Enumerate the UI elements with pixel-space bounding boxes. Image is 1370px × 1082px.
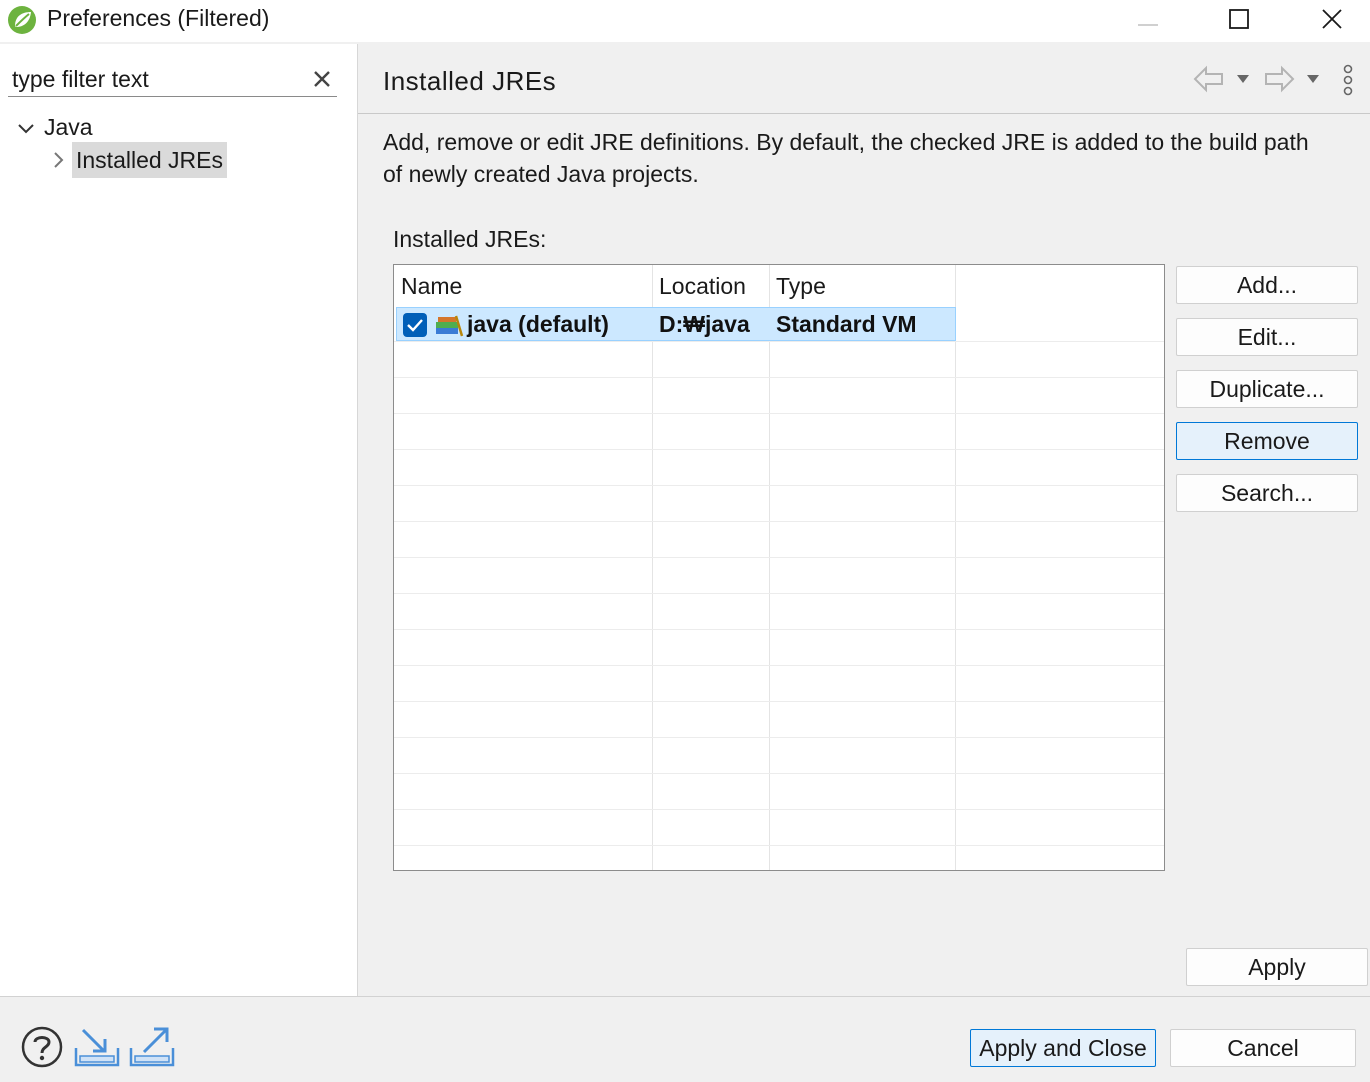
remove-button[interactable]: Remove: [1176, 422, 1358, 460]
back-dropdown-icon[interactable]: [1234, 70, 1252, 88]
row-divider: [394, 413, 1164, 414]
row-divider: [394, 521, 1164, 522]
close-button[interactable]: [1309, 0, 1355, 38]
help-icon[interactable]: [20, 1025, 64, 1069]
row-divider: [394, 845, 1164, 846]
forward-dropdown-icon[interactable]: [1304, 70, 1322, 88]
forward-arrow-icon[interactable]: [1262, 64, 1296, 94]
export-icon[interactable]: [128, 1026, 176, 1068]
row-divider: [394, 737, 1164, 738]
row-divider: [394, 557, 1164, 558]
row-divider: [394, 701, 1164, 702]
table-label: Installed JREs:: [393, 226, 547, 252]
column-header-type[interactable]: Type: [776, 273, 826, 300]
jre-name-cell: java (default): [467, 311, 609, 337]
maximize-button[interactable]: [1216, 0, 1262, 38]
jre-library-icon: [436, 315, 464, 337]
add-button[interactable]: Add...: [1176, 266, 1358, 304]
import-icon[interactable]: [73, 1026, 121, 1068]
edit-button[interactable]: Edit...: [1176, 318, 1358, 356]
row-divider: [394, 341, 1164, 342]
tree-item-java[interactable]: Java: [16, 114, 216, 144]
title-bar: Preferences (Filtered): [0, 0, 1370, 42]
column-divider: [955, 265, 956, 870]
row-divider: [394, 773, 1164, 774]
back-arrow-icon[interactable]: [1192, 64, 1226, 94]
apply-button[interactable]: Apply: [1186, 948, 1368, 986]
column-header-name[interactable]: Name: [401, 273, 462, 300]
chevron-right-icon[interactable]: [50, 150, 66, 170]
tree-item-label: Installed JREs: [72, 142, 228, 178]
maximize-icon: [1229, 9, 1249, 29]
spring-app-icon: [8, 6, 36, 34]
chevron-down-icon[interactable]: [16, 119, 36, 139]
cancel-button[interactable]: Cancel: [1170, 1029, 1356, 1067]
apply-and-close-button[interactable]: Apply and Close: [970, 1029, 1156, 1067]
column-divider: [652, 265, 653, 870]
tree-item-installed-jres[interactable]: Installed JREs: [48, 142, 228, 178]
duplicate-button[interactable]: Duplicate...: [1176, 370, 1358, 408]
row-divider: [394, 377, 1164, 378]
close-icon: [1322, 9, 1342, 29]
page-title: Installed JREs: [383, 66, 557, 96]
footer-separator: [0, 996, 1370, 997]
jre-location-cell: D:₩java: [659, 311, 750, 337]
clear-filter-icon[interactable]: [310, 64, 334, 92]
filter-text: type filter text: [12, 66, 149, 92]
minimize-icon: [1138, 24, 1158, 26]
page-description: Add, remove or edit JRE definitions. By …: [383, 129, 1309, 155]
column-divider: [769, 265, 770, 870]
row-divider: [394, 485, 1164, 486]
row-divider: [394, 809, 1164, 810]
tree-item-label: Java: [44, 114, 93, 140]
search-button[interactable]: Search...: [1176, 474, 1358, 512]
page-description: of newly created Java projects.: [383, 161, 699, 187]
row-divider: [394, 665, 1164, 666]
minimize-button[interactable]: [1125, 0, 1171, 38]
view-menu-icon[interactable]: [1338, 64, 1358, 96]
window-title: Preferences (Filtered): [47, 5, 270, 31]
installed-jres-table[interactable]: Name Location Type java (default) D:₩jav…: [393, 264, 1165, 871]
preferences-tree-pane: type filter text Java Installed JREs: [0, 44, 358, 997]
checkbox-checked-icon[interactable]: [402, 312, 428, 338]
jre-type-cell: Standard VM: [776, 311, 917, 337]
filter-input[interactable]: type filter text: [8, 62, 337, 97]
header-separator: [358, 113, 1370, 114]
column-header-location[interactable]: Location: [659, 273, 746, 300]
row-divider: [394, 629, 1164, 630]
row-divider: [394, 593, 1164, 594]
row-divider: [394, 449, 1164, 450]
